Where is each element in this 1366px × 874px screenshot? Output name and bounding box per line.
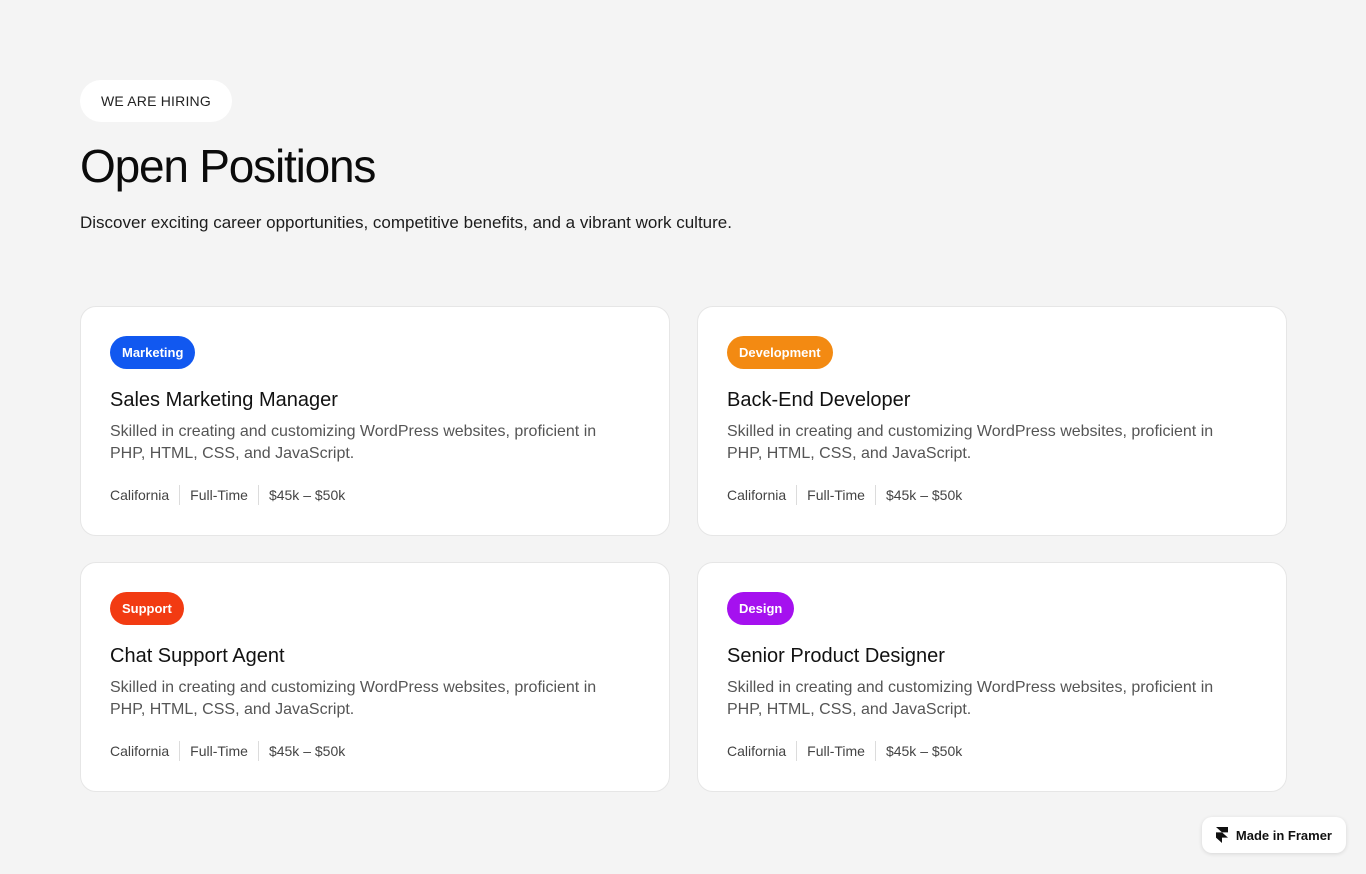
job-location: California: [727, 743, 787, 759]
careers-page: WE ARE HIRING Open Positions Discover ex…: [0, 0, 1366, 874]
job-title[interactable]: Chat Support Agent: [110, 643, 640, 669]
meta-divider: [257, 485, 259, 505]
page-title: Open Positions: [80, 140, 376, 192]
job-description: Skilled in creating and customizing Word…: [110, 423, 597, 462]
job-category-tag: Design: [727, 592, 795, 625]
job-type: Full-Time: [190, 487, 248, 503]
job-type: Full-Time: [190, 743, 248, 759]
job-meta: California Full-Time $45k – $50k: [727, 485, 1257, 505]
job-location: California: [727, 487, 787, 503]
job-category-tag: Support: [110, 592, 184, 625]
meta-divider: [874, 741, 876, 761]
job-card-back-end-developer[interactable]: Development Back-End Developer Skilled i…: [697, 306, 1287, 536]
made-in-framer-badge[interactable]: Made in Framer: [1201, 817, 1346, 853]
job-category-tag: Marketing: [110, 336, 196, 369]
job-card-chat-support-agent[interactable]: Support Chat Support Agent Skilled in cr…: [80, 562, 670, 792]
job-description: Skilled in creating and customizing Word…: [727, 423, 1214, 462]
job-card-senior-product-designer[interactable]: Design Senior Product Designer Skilled i…: [697, 562, 1287, 792]
job-meta: California Full-Time $45k – $50k: [110, 741, 640, 761]
meta-divider: [179, 485, 181, 505]
page-subtitle: Discover exciting career opportunities, …: [80, 213, 732, 232]
meta-divider: [874, 485, 876, 505]
job-grid: Marketing Sales Marketing Manager Skille…: [80, 306, 1287, 792]
job-salary: $45k – $50k: [885, 487, 963, 503]
job-meta: California Full-Time $45k – $50k: [110, 485, 640, 505]
job-title[interactable]: Back-End Developer: [727, 387, 1257, 413]
job-description: Skilled in creating and customizing Word…: [110, 679, 597, 718]
job-type: Full-Time: [807, 743, 865, 759]
hiring-eyebrow-pill: WE ARE HIRING: [80, 80, 232, 122]
job-location: California: [110, 487, 170, 503]
meta-divider: [796, 741, 798, 761]
job-salary: $45k – $50k: [268, 743, 346, 759]
meta-divider: [796, 485, 798, 505]
framer-logo-icon: [1215, 827, 1228, 843]
job-salary: $45k – $50k: [885, 743, 963, 759]
job-meta: California Full-Time $45k – $50k: [727, 741, 1257, 761]
made-in-framer-label: Made in Framer: [1235, 827, 1332, 843]
job-type: Full-Time: [807, 487, 865, 503]
job-salary: $45k – $50k: [268, 487, 346, 503]
job-category-tag: Development: [727, 336, 833, 369]
meta-divider: [179, 741, 181, 761]
job-title[interactable]: Sales Marketing Manager: [110, 387, 640, 413]
job-card-sales-marketing-manager[interactable]: Marketing Sales Marketing Manager Skille…: [80, 306, 670, 536]
meta-divider: [257, 741, 259, 761]
hiring-eyebrow-label: WE ARE HIRING: [101, 93, 211, 109]
job-title[interactable]: Senior Product Designer: [727, 643, 1257, 669]
job-location: California: [110, 743, 170, 759]
job-description: Skilled in creating and customizing Word…: [727, 679, 1214, 718]
